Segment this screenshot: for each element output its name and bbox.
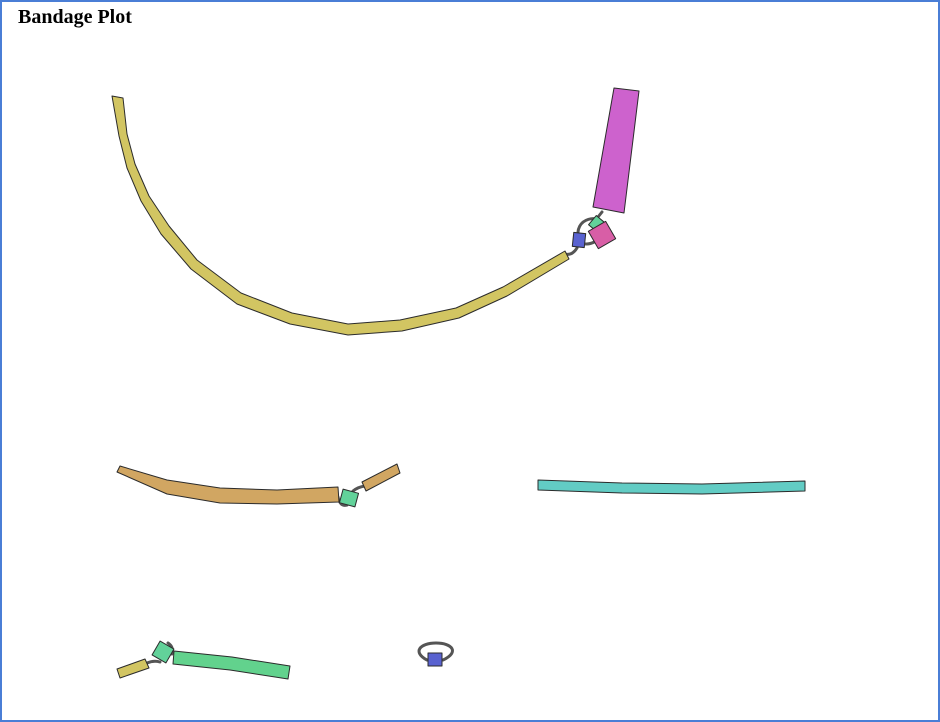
node-orange-small[interactable] [361, 463, 401, 492]
node-yellow-small[interactable] [116, 658, 150, 679]
node-blue-c5[interactable] [427, 652, 443, 667]
node-blue-c1[interactable] [571, 231, 587, 249]
assembly-graph [111, 87, 806, 680]
plot-frame: Bandage Plot [0, 0, 940, 722]
node-cyan[interactable] [537, 479, 806, 495]
node-orange-arc[interactable] [116, 465, 340, 505]
component-4 [116, 640, 291, 680]
component-5 [417, 641, 454, 667]
node-magenta[interactable] [592, 87, 640, 214]
edge-c2-b [351, 484, 367, 493]
edge-c1-b [596, 210, 604, 219]
edge-c4-a [145, 659, 162, 665]
component-2 [116, 463, 401, 508]
component-1 [111, 87, 640, 336]
node-yellow-arc[interactable] [111, 95, 570, 336]
edge-c1-a [563, 246, 579, 256]
node-green[interactable] [172, 650, 291, 680]
component-3 [537, 479, 806, 495]
